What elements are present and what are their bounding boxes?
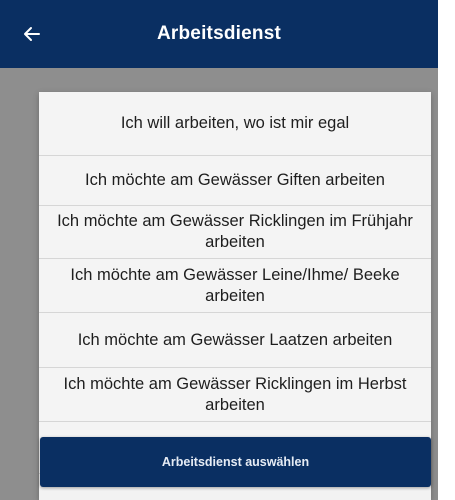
option-anywhere[interactable]: Ich will arbeiten, wo ist mir egal (39, 92, 431, 156)
option-ricklingen-spring[interactable]: Ich möchte am Gewässer Ricklingen im Frü… (39, 206, 431, 259)
select-work-service-button[interactable]: Arbeitsdienst auswählen (40, 437, 431, 487)
option-giften[interactable]: Ich möchte am Gewässer Giften arbeiten (39, 156, 431, 206)
option-ricklingen-autumn[interactable]: Ich möchte am Gewässer Ricklingen im Her… (39, 368, 431, 422)
page-title: Arbeitsdienst (156, 23, 281, 44)
option-leine-ihme-beeke[interactable]: Ich möchte am Gewässer Leine/Ihme/ Beeke… (39, 259, 431, 313)
option-laatzen[interactable]: Ich möchte am Gewässer Laatzen arbeiten (39, 313, 431, 368)
right-edge-strip-top (438, 0, 455, 100)
right-edge-strip (438, 0, 455, 500)
app-header: Arbeitsdienst (0, 0, 438, 68)
